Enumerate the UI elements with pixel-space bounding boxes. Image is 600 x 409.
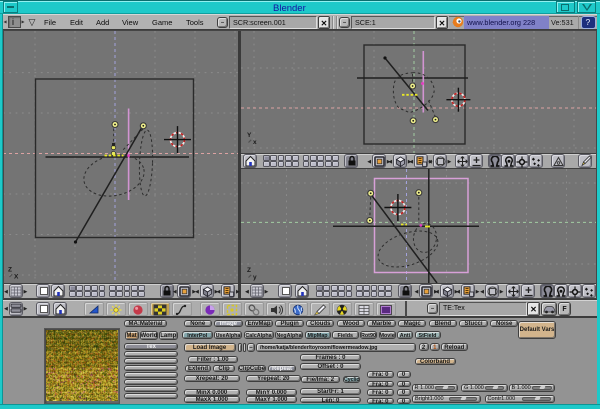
svg-text:x: x [253, 139, 257, 146]
svg-text:X: X [14, 274, 19, 281]
svg-text:y: y [253, 274, 257, 281]
svg-text:Y: Y [247, 132, 252, 139]
svg-text:Z: Z [8, 267, 12, 274]
svg-text:Z: Z [247, 267, 251, 274]
